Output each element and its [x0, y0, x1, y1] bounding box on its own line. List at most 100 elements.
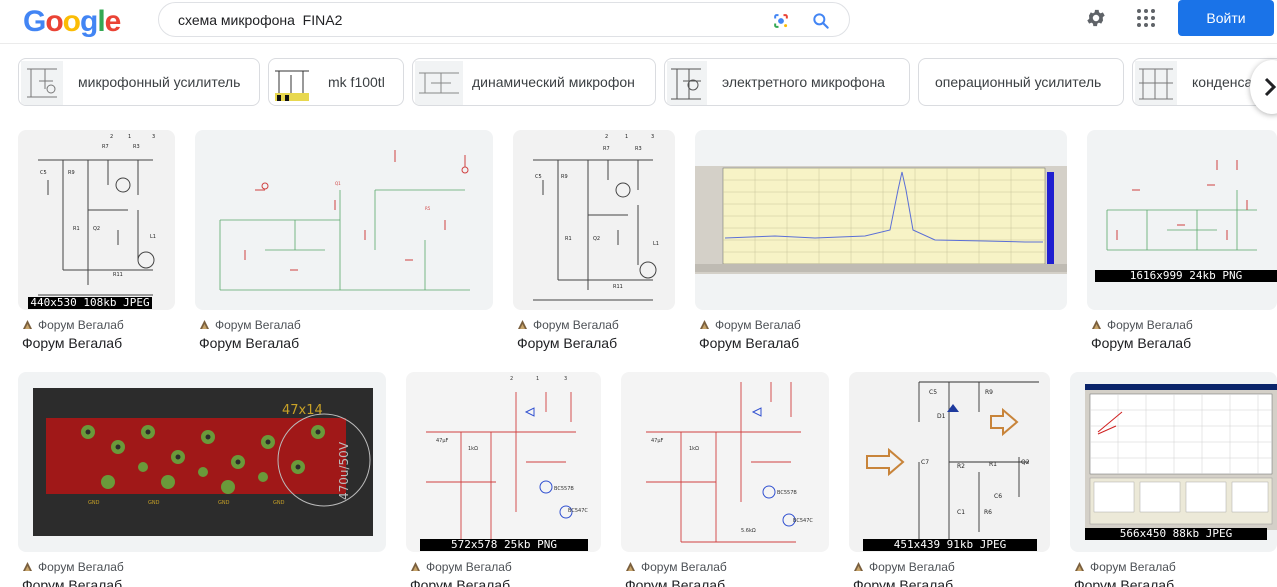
svg-text:L1: L1	[150, 234, 156, 240]
schematic-thumbnail: 47µF 1kΩ BC557B BC547C 5.6kΩ	[646, 382, 813, 543]
logo-letter: e	[104, 5, 122, 38]
result-title[interactable]: Форум Вегалаб	[22, 335, 122, 351]
chip-related-search[interactable]: операционный усилитель	[918, 58, 1124, 106]
chip-label: mk f100tl	[328, 74, 385, 90]
image-dimensions: 566x450 88kb JPEG	[1085, 528, 1267, 540]
result-image[interactable]: Q1 R5	[195, 130, 493, 310]
chip-label: операционный усилитель	[935, 74, 1102, 90]
source-name: Форум Вегалаб	[1090, 560, 1176, 574]
logo-letter: G	[23, 5, 46, 38]
chip-related-search[interactable]: электретного микрофона	[664, 58, 910, 106]
schematic-thumbnail: 2 1 3 C5 R9 R7 R3 R1 Q2 L1 R11	[38, 134, 156, 296]
svg-text:R11: R11	[113, 272, 123, 278]
image-dimensions: 451x439 91kb JPEG	[863, 539, 1037, 551]
result-source[interactable]: Форум Вегалаб	[22, 318, 124, 332]
result-title[interactable]: Форум Вегалаб	[517, 335, 617, 351]
image-dimensions: 1616x999 24kb PNG	[1095, 270, 1277, 282]
result-title[interactable]: Форум Вегалаб	[1074, 577, 1174, 587]
result-title[interactable]: Форум Вегалаб	[853, 577, 953, 587]
result-source[interactable]: Форум Вегалаб	[625, 560, 727, 574]
google-logo[interactable]: Google	[23, 5, 122, 39]
result-image[interactable]: 2 1 3 47µF 1kΩ BC557B BC547C 572x578 25kb PNG	[406, 372, 601, 552]
svg-text:R2: R2	[957, 463, 965, 470]
svg-text:1: 1	[625, 134, 628, 140]
result-source[interactable]: Форум Вегалаб	[1074, 560, 1176, 574]
oscilloscope-thumbnail	[1085, 384, 1277, 530]
pcb-capacitor-label: 470u/50V	[337, 441, 351, 500]
svg-text:1: 1	[128, 134, 131, 140]
result-source[interactable]: Форум Вегалаб	[22, 560, 124, 574]
spectrum-analyzer-thumbnail	[695, 166, 1067, 274]
schematic-thumbnail: 2 1 3 47µF 1kΩ BC557B BC547C	[426, 376, 588, 543]
svg-text:47µF: 47µF	[651, 438, 664, 444]
svg-text:C5: C5	[535, 174, 542, 180]
svg-text:2: 2	[605, 134, 608, 140]
site-favicon-icon	[700, 320, 709, 329]
result-title[interactable]: Форум Вегалаб	[22, 577, 122, 587]
search-input[interactable]	[178, 9, 758, 31]
result-title[interactable]: Форум Вегалаб	[1091, 335, 1191, 351]
svg-text:R7: R7	[102, 144, 109, 150]
result-title[interactable]: Форум Вегалаб	[199, 335, 299, 351]
search-box	[158, 2, 850, 37]
google-apps-icon[interactable]	[1137, 9, 1155, 27]
result-image[interactable]: C5 R9 D1 C7 R2 R1 Q2 C6 C1 R6 451x439 91kb JPEG	[849, 372, 1050, 552]
result-image[interactable]: 2 1 3 C5 R9 R7 R3 R1 Q2 L1 R11 440x530 108kb JPE…	[18, 130, 175, 310]
top-bar: Google Войти	[0, 0, 1277, 44]
source-name: Форум Вегалаб	[715, 318, 801, 332]
result-image[interactable]: 1616x999 24kb PNG	[1087, 130, 1277, 310]
result-source[interactable]: Форум Вегалаб	[410, 560, 512, 574]
svg-text:Q1: Q1	[335, 181, 341, 186]
svg-text:BC557B: BC557B	[554, 486, 574, 492]
schematic-thumbnail: Q1 R5	[219, 150, 470, 291]
google-lens-icon[interactable]	[771, 11, 791, 31]
result-title[interactable]: Форум Вегалаб	[410, 577, 510, 587]
schematic-thumbnail: 2 1 3 C5 R9 R7 R3 R1 Q2 L1 R11	[533, 134, 659, 301]
signin-button[interactable]: Войти	[1178, 0, 1274, 36]
svg-text:1kΩ: 1kΩ	[468, 446, 478, 452]
settings-gear-icon[interactable]	[1085, 7, 1107, 29]
result-image[interactable]: 47x14 470u/50V GND GND GND GND	[18, 372, 386, 552]
result-source[interactable]: Форум Вегалаб	[853, 560, 955, 574]
logo-letter: o	[45, 5, 63, 38]
chip-related-search[interactable]: микрофонный усилитель	[18, 58, 260, 106]
svg-text:R1: R1	[989, 461, 997, 468]
result-image[interactable]	[695, 130, 1067, 310]
result-image[interactable]: 566x450 88kb JPEG	[1070, 372, 1277, 552]
chip-thumbnail	[21, 61, 63, 105]
chip-label: конденса	[1192, 74, 1253, 90]
svg-text:Q2: Q2	[93, 226, 100, 232]
chip-related-search[interactable]: динамический микрофон	[412, 58, 656, 106]
chip-thumbnail	[667, 61, 707, 105]
chip-label: электретного микрофона	[722, 74, 885, 90]
result-source[interactable]: Форум Вегалаб	[199, 318, 301, 332]
svg-text:R3: R3	[133, 144, 140, 150]
source-name: Форум Вегалаб	[38, 318, 124, 332]
svg-text:3: 3	[651, 134, 654, 140]
schematic-thumbnail: C5 R9 D1 C7 R2 R1 Q2 C6 C1 R6	[866, 381, 1039, 543]
svg-text:R9: R9	[985, 389, 993, 396]
result-image[interactable]: 2 1 3 C5 R9 R7 R3 R1 Q2 L1 R11	[513, 130, 675, 310]
svg-text:3: 3	[152, 134, 155, 140]
site-favicon-icon	[854, 562, 863, 571]
result-source[interactable]: Форум Вегалаб	[1091, 318, 1193, 332]
result-title[interactable]: Форум Вегалаб	[699, 335, 799, 351]
chip-label: микрофонный усилитель	[78, 74, 241, 90]
site-favicon-icon	[626, 562, 635, 571]
pcb-layout-thumbnail: 47x14 470u/50V GND GND GND GND	[33, 388, 373, 536]
result-title[interactable]: Форум Вегалаб	[625, 577, 725, 587]
result-source[interactable]: Форум Вегалаб	[699, 318, 801, 332]
image-dimensions: 440x530 108kb JPEG	[28, 297, 152, 309]
svg-text:Q2: Q2	[1021, 459, 1030, 466]
chip-related-search[interactable]: mk f100tl	[268, 58, 404, 106]
svg-text:BC557B: BC557B	[777, 490, 797, 496]
svg-text:C5: C5	[40, 170, 47, 176]
svg-text:1kΩ: 1kΩ	[689, 446, 699, 452]
site-favicon-icon	[518, 320, 527, 329]
svg-text:C5: C5	[929, 389, 937, 396]
result-image[interactable]: 47µF 1kΩ BC557B BC547C 5.6kΩ	[621, 372, 829, 552]
result-source[interactable]: Форум Вегалаб	[517, 318, 619, 332]
logo-letter: g	[80, 5, 98, 38]
logo-letter: o	[62, 5, 81, 38]
search-icon[interactable]	[811, 11, 831, 31]
